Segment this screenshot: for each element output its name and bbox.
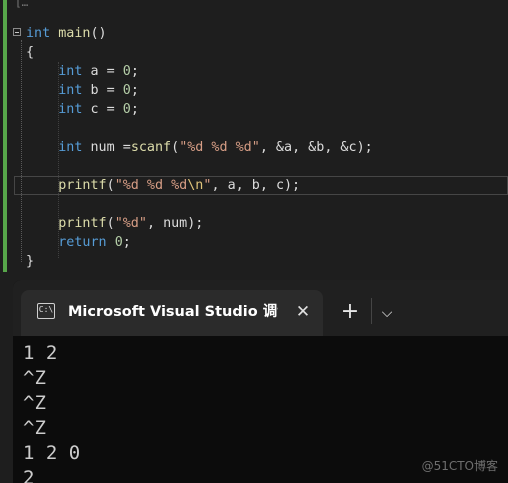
code-token: ; (130, 64, 139, 79)
code-token: c (275, 178, 284, 193)
console-line: 1 2 (23, 342, 58, 364)
code-line[interactable]: { (26, 43, 34, 62)
code-token: = (98, 83, 123, 98)
code-token: , & (292, 140, 317, 155)
new-tab-button[interactable]: + (336, 300, 364, 324)
code-token: c (348, 140, 357, 155)
code-token: , (235, 178, 252, 193)
code-token: = (114, 140, 131, 155)
code-token: scanf (130, 140, 172, 155)
code-token: ); (187, 216, 204, 231)
code-token: "%d" (114, 216, 147, 231)
code-token: main (58, 26, 91, 41)
code-token: return (58, 235, 107, 250)
code-token: ); (356, 140, 373, 155)
code-token: printf (58, 178, 107, 193)
code-line[interactable]: printf("%d %d %d\n", a, b, c); (26, 176, 300, 195)
console-app-icon: C:\ (37, 303, 55, 319)
console-line: ^Z (23, 417, 46, 439)
terminal-titlebar: C:\ Microsoft Visual Studio 调试控制台 ✕ + ⌵ (13, 280, 508, 336)
code-token: 0 (114, 235, 123, 250)
console-line: ^Z (23, 392, 46, 414)
code-token: a (227, 178, 236, 193)
code-token: , & (324, 140, 349, 155)
code-token: int (26, 26, 51, 41)
code-line[interactable]: int num =scanf("%d %d %d", &a, &b, &c); (26, 138, 373, 157)
code-token: int (58, 140, 83, 155)
code-token: 0 (122, 102, 131, 117)
code-token: int (58, 83, 83, 98)
code-token: b (251, 178, 260, 193)
code-token: ; (130, 102, 139, 117)
code-token: num (90, 140, 115, 155)
code-token: b (90, 83, 99, 98)
code-token: num (163, 216, 188, 231)
code-token: () (90, 26, 107, 41)
code-token: c (90, 102, 99, 117)
collapsed-region-stub: [… (15, 0, 29, 9)
collapse-toggle-icon[interactable] (13, 28, 21, 36)
close-tab-icon[interactable]: ✕ (291, 300, 315, 324)
code-token: "%d %d %d (114, 178, 188, 193)
code-token: = (98, 64, 123, 79)
code-line[interactable]: int main() (26, 24, 107, 43)
code-token: = (98, 102, 123, 117)
code-editor[interactable]: [… int main() { int a = 0; int b = 0; int… (0, 0, 508, 272)
code-token: ; (122, 235, 131, 250)
code-token: ( (171, 140, 180, 155)
code-token: 0 (122, 83, 131, 98)
tab-title: Microsoft Visual Studio 调试控制台 (68, 304, 278, 320)
code-token: , (211, 178, 228, 193)
code-token: , (146, 216, 164, 231)
code-token: ( (106, 216, 115, 231)
code-token: , & (259, 140, 284, 155)
chevron-down-icon[interactable]: ⌵ (375, 301, 399, 325)
code-token: a (284, 140, 293, 155)
code-line[interactable]: int c = 0; (26, 100, 139, 119)
code-token: { (26, 45, 35, 60)
code-token: ( (106, 178, 115, 193)
code-token: "%d %d %d" (179, 140, 260, 155)
code-line[interactable]: int a = 0; (26, 62, 139, 81)
change-indicator-bar (3, 0, 7, 272)
debug-console-window[interactable]: C:\ Microsoft Visual Studio 调试控制台 ✕ + ⌵ … (13, 280, 508, 483)
code-line[interactable]: printf("%d", num); (26, 214, 203, 233)
code-line[interactable]: return 0; (26, 233, 131, 252)
outline-guide (21, 40, 23, 262)
code-token: a (90, 64, 99, 79)
console-tab[interactable]: C:\ Microsoft Visual Studio 调试控制台 ✕ (21, 290, 323, 336)
console-line: ^Z (23, 367, 46, 389)
code-token: 0 (122, 64, 131, 79)
code-token: int (58, 64, 83, 79)
code-token: ; (130, 83, 139, 98)
titlebar-divider (371, 298, 372, 324)
code-token: int (58, 102, 83, 117)
code-token: ); (284, 178, 301, 193)
watermark: @51CTO博客 (421, 459, 498, 473)
code-token: printf (58, 216, 107, 231)
code-line[interactable]: int b = 0; (26, 81, 139, 100)
code-token: \n (187, 178, 204, 193)
code-token: } (26, 254, 35, 269)
code-token: , (259, 178, 276, 193)
code-line[interactable]: } (26, 252, 34, 271)
